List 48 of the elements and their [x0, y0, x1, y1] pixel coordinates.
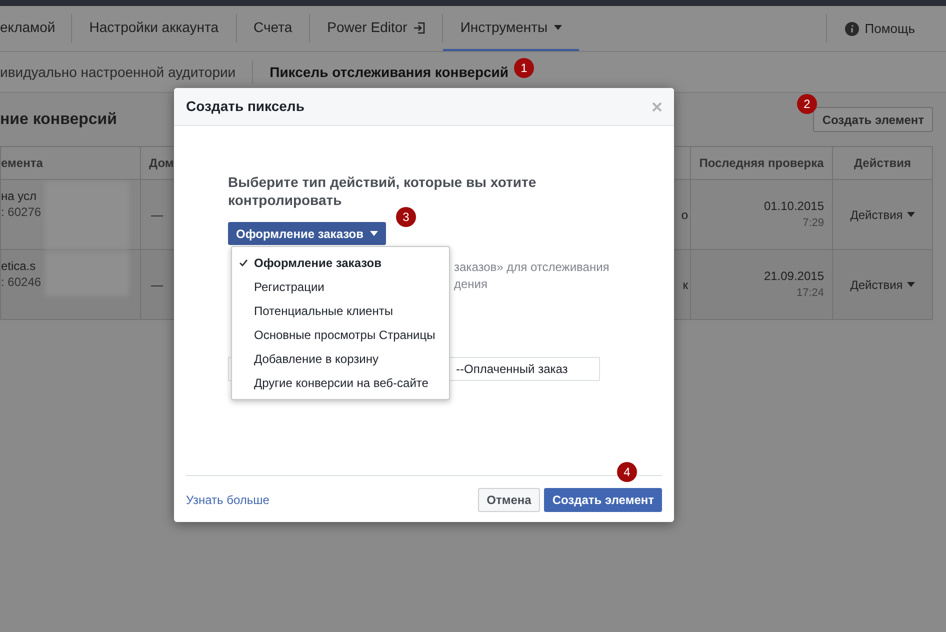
menu-item[interactable]: Добавление в корзину	[232, 347, 449, 371]
number-badge: 2	[797, 94, 817, 114]
learn-more-link[interactable]: Узнать больше	[186, 491, 270, 509]
pixel-name[interactable]: на усл	[1, 188, 37, 204]
create-element-button[interactable]: Создать элемент	[544, 488, 662, 512]
time-text: 7:29	[802, 216, 824, 232]
caret-icon	[906, 212, 915, 217]
table-cell-text: —	[151, 276, 163, 294]
cancel-button[interactable]: Отмена	[478, 488, 540, 512]
number-badge: 4	[617, 462, 637, 482]
caret-icon	[554, 25, 562, 30]
sub-tab[interactable]: ивидуально настроенной аудитории	[0, 52, 252, 92]
column-header: Действия	[852, 155, 912, 172]
date-text: 01.10.2015	[764, 198, 824, 216]
action-type-dropdown[interactable]: Оформление заказов	[228, 222, 386, 245]
number-badge: 3	[396, 207, 416, 227]
menu-item[interactable]: Другие конверсии на веб-сайте	[232, 371, 449, 395]
actions-menu-button[interactable]: Действия	[850, 276, 915, 294]
caret-icon	[370, 231, 378, 236]
caret-icon	[906, 282, 915, 287]
enter-icon	[413, 22, 426, 34]
help-link[interactable]: Помощь	[826, 6, 946, 51]
menu-item[interactable]: Потенциальные клиенты	[232, 299, 449, 323]
table-cell-text: —	[151, 206, 163, 224]
table-cell-text: о	[681, 206, 688, 224]
menu-item[interactable]: Оформление заказов	[232, 251, 449, 275]
pixel-id: : 60246	[1, 274, 42, 290]
hint-text: заказов» для отслеживания	[454, 259, 610, 276]
menu-item[interactable]: Основные просмотры Страницы	[232, 323, 449, 347]
hint-text: дения	[454, 276, 488, 293]
dialog-title: Создать пиксель	[186, 97, 304, 116]
menu-item[interactable]: Регистрации	[232, 275, 449, 299]
create-button[interactable]: Создать элемент	[813, 107, 933, 132]
actions-menu-button[interactable]: Действия	[850, 206, 915, 224]
pixel-id: : 60276	[1, 204, 42, 220]
time-text: 17:24	[796, 286, 824, 302]
check-icon	[238, 259, 248, 267]
page-title: ние конверсий	[0, 110, 117, 130]
pixel-name[interactable]: etica.s	[1, 258, 36, 274]
date-text: 21.09.2015	[764, 268, 824, 286]
prompt-text: Выберите тип действий, которые вы хотите контролировать	[228, 173, 538, 209]
table-cell-text: к	[682, 276, 688, 294]
nav-tab[interactable]: Счета	[236, 6, 310, 51]
info-icon	[844, 22, 859, 36]
close-icon[interactable]	[652, 102, 662, 112]
nav-tab[interactable]: Настройки аккаунта	[72, 6, 236, 51]
nav-tab[interactable]: екламой	[0, 6, 72, 51]
nav-tab[interactable]: Power Editor	[310, 6, 442, 51]
